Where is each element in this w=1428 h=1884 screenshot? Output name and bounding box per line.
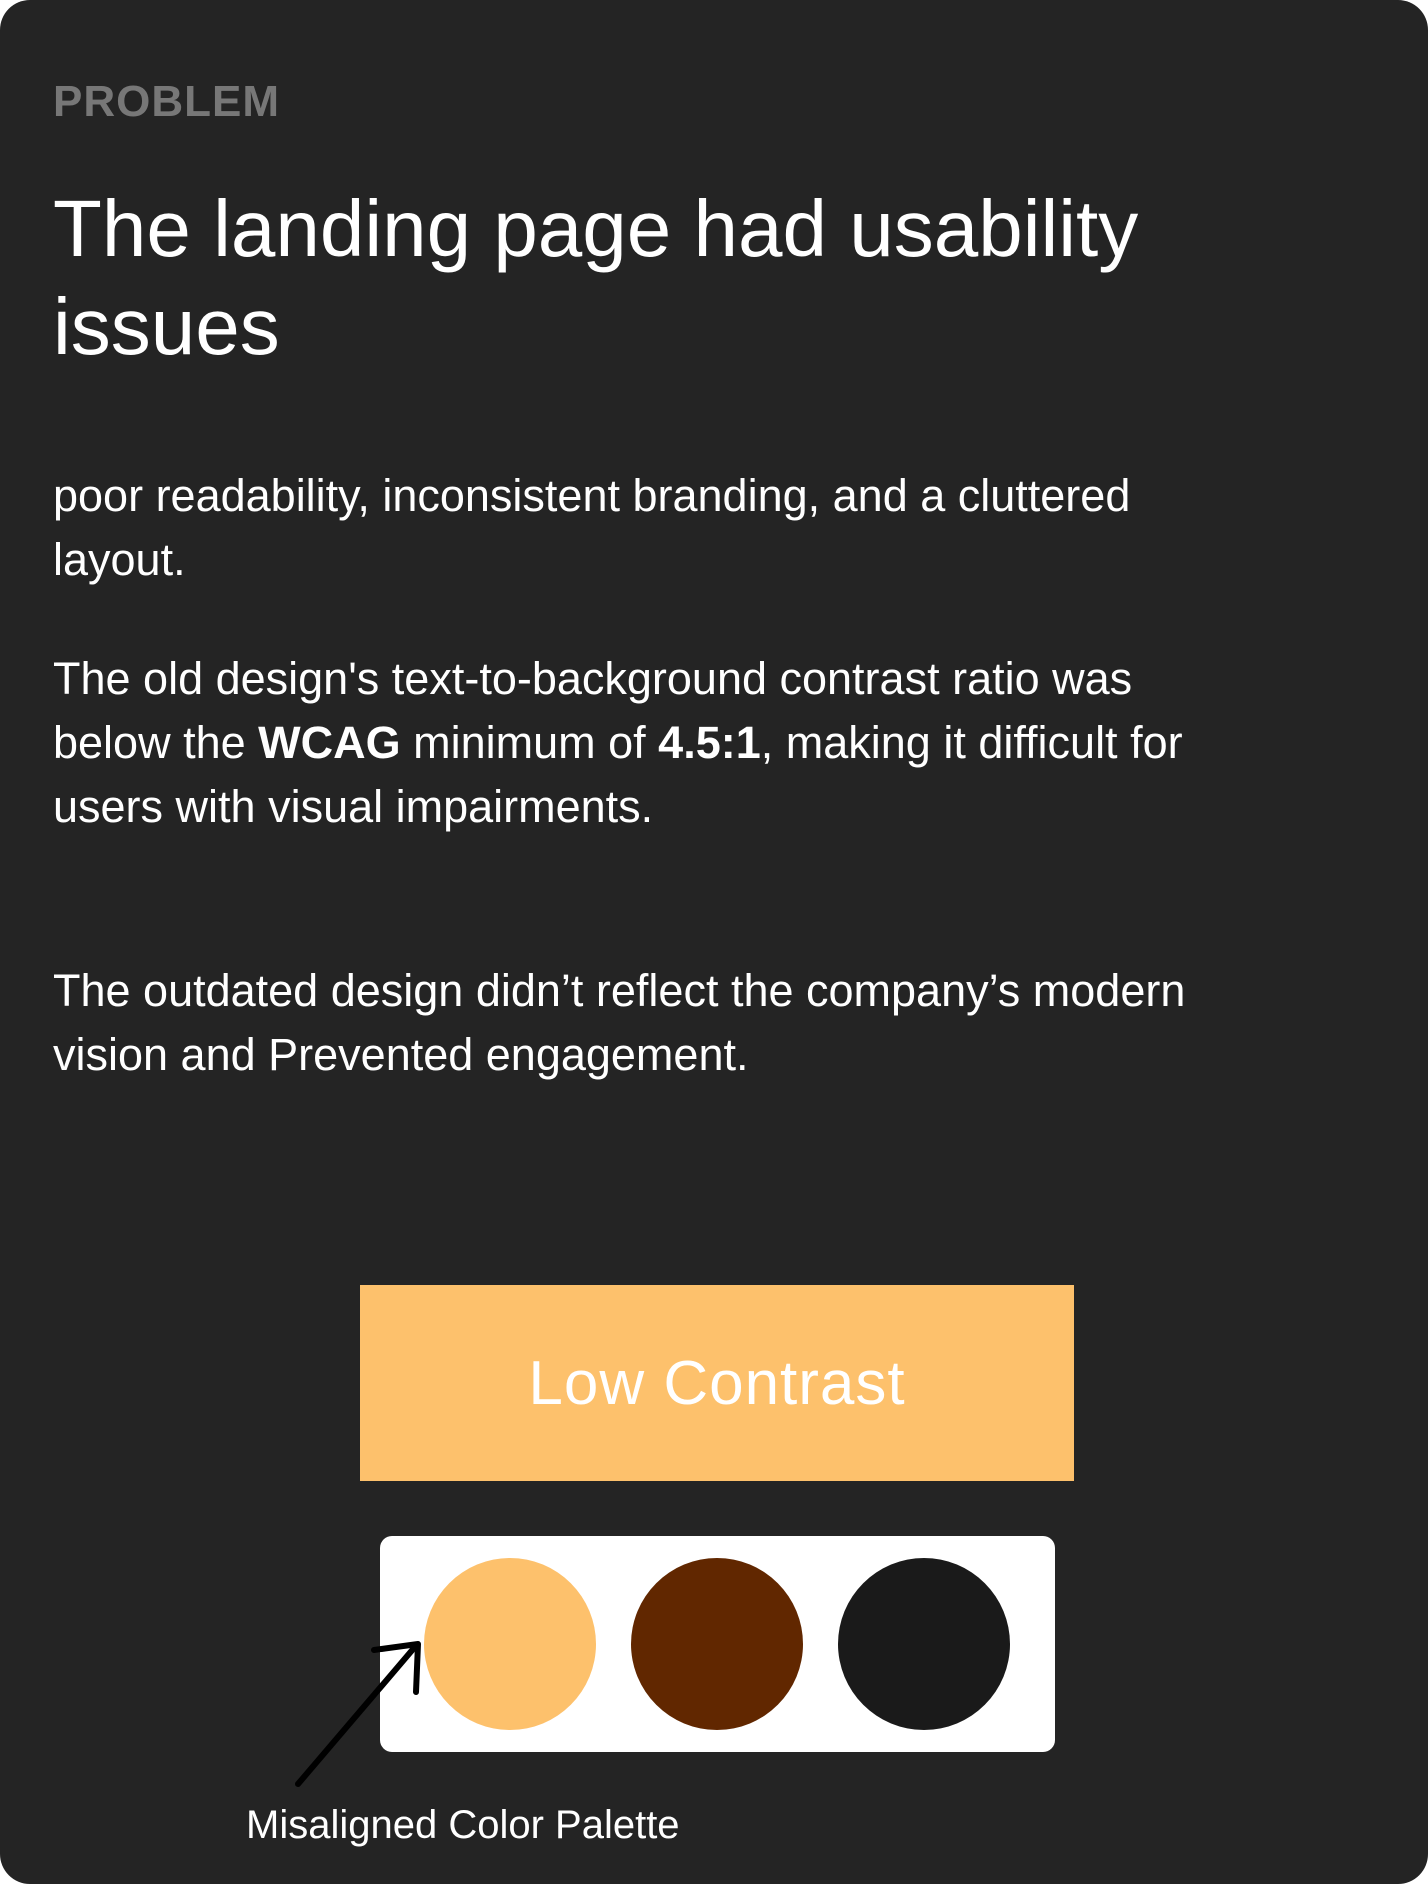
paragraph-contrast: The old design's text-to-background cont… [53,647,1233,839]
paragraph-readability: poor readability, inconsistent branding,… [53,470,1131,585]
wcag-highlight: WCAG [258,717,401,768]
section-eyebrow: PROBLEM [53,77,280,126]
paragraph-contrast-text: minimum of [400,717,659,768]
palette-caption: Misaligned Color Palette [246,1803,680,1847]
ratio-highlight: 4.5:1 [658,717,761,768]
low-contrast-label: Low Contrast [528,1348,906,1418]
swatch-dark-brown [631,1558,803,1730]
section-title: The landing page had usability issues [53,184,1139,371]
arrow-up-right-icon [295,1641,421,1787]
swatch-light-orange [424,1558,596,1730]
color-palette [380,1536,1055,1752]
problem-card: PROBLEM The landing page had usability i… [0,0,1428,1884]
low-contrast-example: Low Contrast [360,1285,1074,1481]
swatch-black [838,1558,1010,1730]
paragraph-branding: The outdated design didn’t reflect the c… [53,965,1186,1080]
